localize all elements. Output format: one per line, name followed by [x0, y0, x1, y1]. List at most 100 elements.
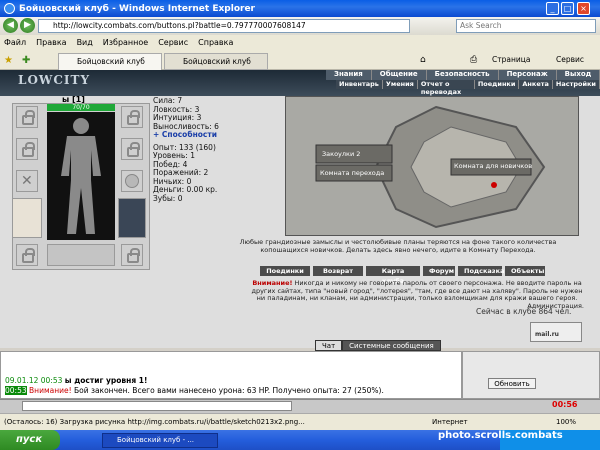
character-stats: Сила: 7 Ловкость: 3 Интуиция: 3 Вынослив… — [153, 96, 219, 203]
slot-boots[interactable] — [121, 244, 143, 266]
slot-armor[interactable] — [12, 198, 42, 238]
slot-weapon[interactable]: ✕ — [16, 170, 38, 192]
chat-text: ы достиг уровня 1! — [64, 376, 148, 385]
favorites-star-icon[interactable]: ★ — [4, 55, 13, 66]
mail-ru-counter[interactable]: mail.ru — [530, 322, 582, 342]
minimize-button[interactable]: _ — [546, 2, 559, 15]
slot-bag[interactable] — [47, 244, 115, 266]
submenu-settings[interactable]: Настройки — [553, 80, 600, 89]
tab-game-active[interactable]: Бойцовский клуб — [58, 53, 162, 70]
page-menu[interactable]: Страница — [492, 55, 530, 64]
slot-shield[interactable] — [121, 170, 143, 192]
map-link-transfer-room[interactable]: Комната перехода — [320, 169, 384, 177]
slot-earring[interactable] — [16, 138, 38, 160]
menu-view[interactable]: Вид — [77, 38, 93, 47]
chat-text: Бой закончен. Всего вами нанесено урона:… — [73, 386, 384, 395]
close-button[interactable]: × — [577, 2, 590, 15]
menu-bar: Файл Правка Вид Избранное Сервис Справка — [0, 35, 600, 50]
add-favorite-icon[interactable]: ✚ — [22, 55, 30, 66]
map-link-alleys[interactable]: Закоулки 2 — [322, 150, 360, 158]
menu-file[interactable]: Файл — [4, 38, 26, 47]
window-title: Бойцовский клуб - Windows Internet Explo… — [19, 3, 255, 14]
club-map-button[interactable]: Карта клуба — [366, 266, 420, 285]
battles-button[interactable]: Поединки — [260, 266, 310, 276]
zoom-label[interactable]: 100% — [556, 414, 576, 431]
menu-communication[interactable]: Общение — [371, 70, 427, 80]
action-buttons: Поединки Возврат Карта клуба Форум Подск… — [260, 266, 580, 285]
tab-game-second[interactable]: Бойцовский клуб — [164, 53, 268, 70]
menu-help[interactable]: Справка — [198, 38, 233, 47]
tab-system-messages[interactable]: Системные сообщения — [342, 340, 441, 351]
lock-icon — [127, 248, 140, 263]
stat-teeth: Зубы: 0 — [153, 193, 183, 203]
map-description: Любые грандиозные замыслы и честолюбивые… — [239, 238, 557, 254]
zone-label: Интернет — [432, 418, 468, 426]
slot-helmet[interactable] — [16, 106, 38, 128]
home-icon[interactable]: ⌂ — [420, 55, 426, 65]
title-bar: Бойцовский клуб - Windows Internet Explo… — [0, 0, 600, 17]
slot-gloves[interactable] — [121, 106, 143, 128]
map-link-newbie-room[interactable]: Комната для новичков — [454, 162, 532, 170]
sword-icon: ✕ — [21, 173, 33, 189]
submenu-transfers[interactable]: Отчет о переводах — [418, 80, 475, 96]
taskbar-item-ie[interactable]: Бойцовский клуб - ... — [102, 433, 218, 448]
submenu-battles[interactable]: Поединки — [475, 80, 520, 89]
lock-icon — [22, 110, 35, 125]
tab-label: Бойцовский клуб — [77, 57, 145, 66]
back-icon[interactable]: ◀ — [3, 18, 18, 33]
menu-character[interactable]: Персонаж — [498, 70, 557, 80]
chat-line: 09.01.12 00:53 ы достиг уровня 1! — [5, 376, 147, 385]
chat-tabs: Чат Системные сообщения — [315, 340, 465, 351]
lock-icon — [127, 110, 140, 125]
menu-knowledge[interactable]: Знания — [326, 70, 372, 80]
club-map: Закоулки 2 Комната перехода Комната для … — [285, 96, 579, 236]
submenu-profile[interactable]: Анкета — [519, 80, 553, 89]
chat-sidebar — [462, 351, 600, 399]
submenu-inventory[interactable]: Инвентарь — [336, 80, 383, 89]
warning-text: Никогда и никому не говорите пароль от с… — [251, 279, 583, 302]
game-top-menu: Знания Общение Безопасность Персонаж Вых… — [326, 70, 600, 80]
status-text: (Осталось: 16) Загрузка рисунка http://i… — [4, 418, 305, 426]
tab-label: Бойцовский клуб — [183, 57, 251, 66]
submenu-skills[interactable]: Умения — [383, 80, 418, 89]
chat-time: 09.01.12 00:53 — [5, 376, 63, 385]
watermark: photo.scrolls.combats — [438, 430, 563, 441]
search-field[interactable]: Ask Search — [456, 19, 596, 33]
tab-bar: ★ ✚ Бойцовский клуб Бойцовский клуб ⌂ ⎙ … — [0, 50, 600, 70]
online-count: Сейчас в клубе 864 чел. — [476, 307, 572, 316]
service-menu[interactable]: Сервис — [556, 55, 584, 64]
chat-input[interactable] — [22, 401, 292, 411]
tab-chat[interactable]: Чат — [315, 340, 343, 351]
security-warning: Внимание! Никогда и никому не говорите п… — [250, 279, 584, 310]
lock-icon — [127, 142, 140, 157]
menu-tools[interactable]: Сервис — [158, 38, 188, 47]
chat-time: 00:53 — [5, 386, 27, 395]
chat-window: 09.01.12 00:53 ы достиг уровня 1! 00:53 … — [0, 351, 462, 399]
objects-button[interactable]: Объекты — [505, 266, 545, 276]
forward-icon[interactable]: ▶ — [20, 18, 35, 33]
game-clock: 00:56 — [552, 400, 578, 409]
menu-exit[interactable]: Выход — [556, 70, 600, 80]
maximize-button[interactable]: □ — [561, 2, 574, 15]
forum-button[interactable]: Форум — [423, 266, 455, 276]
abilities-link[interactable]: + Способности — [153, 130, 219, 140]
game-sub-menu: Инвентарь Умения Отчет о переводах Поеди… — [336, 80, 600, 96]
counter-label: mail.ru — [535, 331, 559, 338]
menu-edit[interactable]: Правка — [36, 38, 66, 47]
chat-line: 00:53 Внимание! Бой закончен. Всего вами… — [5, 386, 384, 395]
chat-warning-label: Внимание! — [29, 386, 72, 395]
slot-ring[interactable] — [121, 138, 143, 160]
hint-button[interactable]: Подсказка — [458, 266, 504, 276]
ie-icon — [4, 3, 15, 14]
start-button[interactable]: пуск — [0, 430, 60, 450]
return-button[interactable]: Возврат — [313, 266, 363, 276]
refresh-button[interactable]: Обновить — [488, 378, 536, 389]
character-figure — [47, 112, 115, 240]
menu-favorites[interactable]: Избранное — [103, 38, 148, 47]
slot-pants[interactable] — [118, 198, 146, 238]
url-field[interactable]: http://lowcity.combats.com/buttons.pl?ba… — [38, 19, 410, 33]
menu-security[interactable]: Безопасность — [426, 70, 499, 80]
lock-icon — [22, 142, 35, 157]
slot-belt[interactable] — [16, 244, 38, 266]
print-icon[interactable]: ⎙ — [470, 55, 477, 65]
